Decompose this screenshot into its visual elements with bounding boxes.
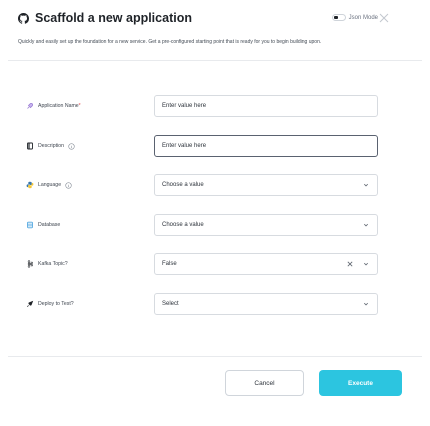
rocket-icon xyxy=(26,102,34,110)
language-label: Language xyxy=(38,182,62,188)
cancel-button[interactable]: Cancel xyxy=(225,370,304,396)
page-title: Scaffold a new application xyxy=(35,11,192,25)
execute-button[interactable]: Execute xyxy=(319,370,402,396)
form-row-kafka-topic: Kafka Topic? False xyxy=(26,253,378,275)
field-label: Application Name* xyxy=(26,102,154,110)
toggle-switch[interactable] xyxy=(331,14,346,21)
application-name-input[interactable]: Enter value here xyxy=(154,95,378,117)
form-row-application-name: Application Name* Enter value here xyxy=(26,95,378,117)
json-mode-label: Json Mode xyxy=(348,14,378,21)
deploy-to-test-select[interactable]: Select xyxy=(154,293,378,315)
github-icon xyxy=(18,12,29,24)
book-icon xyxy=(26,142,34,150)
kafka-topic-select[interactable]: False xyxy=(154,253,378,275)
field-label: Description xyxy=(26,142,154,150)
clear-icon[interactable] xyxy=(346,260,354,268)
form-row-deploy-to-test: Deploy to Test? Select xyxy=(26,293,378,315)
database-label: Database xyxy=(38,222,61,228)
database-icon xyxy=(26,221,34,229)
language-selected-value: Choose a value xyxy=(162,182,204,188)
form-row-database: Database Choose a value xyxy=(26,214,378,236)
required-mark: * xyxy=(78,103,81,109)
chevron-down-icon xyxy=(362,181,370,189)
field-label: Language xyxy=(26,181,154,189)
info-icon[interactable] xyxy=(65,181,72,189)
database-select[interactable]: Choose a value xyxy=(154,214,378,236)
database-selected-value: Choose a value xyxy=(162,222,204,228)
application-name-label: Application Name xyxy=(38,103,79,109)
field-label: Deploy to Test? xyxy=(26,300,154,308)
divider xyxy=(8,356,422,357)
application-name-placeholder: Enter value here xyxy=(162,103,207,109)
dialog-description: Quickly and easily set up the foundation… xyxy=(18,39,322,45)
divider xyxy=(8,60,422,61)
field-label: Kafka Topic? xyxy=(26,260,154,268)
description-input[interactable]: Enter value here xyxy=(154,135,378,157)
form-row-description: Description Enter value here xyxy=(26,135,378,157)
info-icon[interactable] xyxy=(68,142,75,150)
close-icon[interactable] xyxy=(378,11,390,23)
python-icon xyxy=(26,181,34,189)
deploy-to-test-label: Deploy to Test? xyxy=(38,301,74,307)
deploy-icon xyxy=(26,300,34,308)
chevron-down-icon xyxy=(362,260,370,268)
deploy-to-test-selected-value: Select xyxy=(162,301,179,307)
field-label: Database xyxy=(26,221,154,229)
kafka-topic-label: Kafka Topic? xyxy=(38,261,68,267)
chevron-down-icon xyxy=(362,300,370,308)
description-placeholder: Enter value here xyxy=(162,143,207,149)
description-label: Description xyxy=(38,143,64,149)
json-mode-toggle[interactable]: Json Mode xyxy=(331,12,378,23)
form-row-language: Language Choose a value xyxy=(26,174,378,196)
language-select[interactable]: Choose a value xyxy=(154,174,378,196)
kafka-icon xyxy=(26,260,34,268)
chevron-down-icon xyxy=(362,221,370,229)
kafka-topic-selected-value: False xyxy=(162,261,177,267)
